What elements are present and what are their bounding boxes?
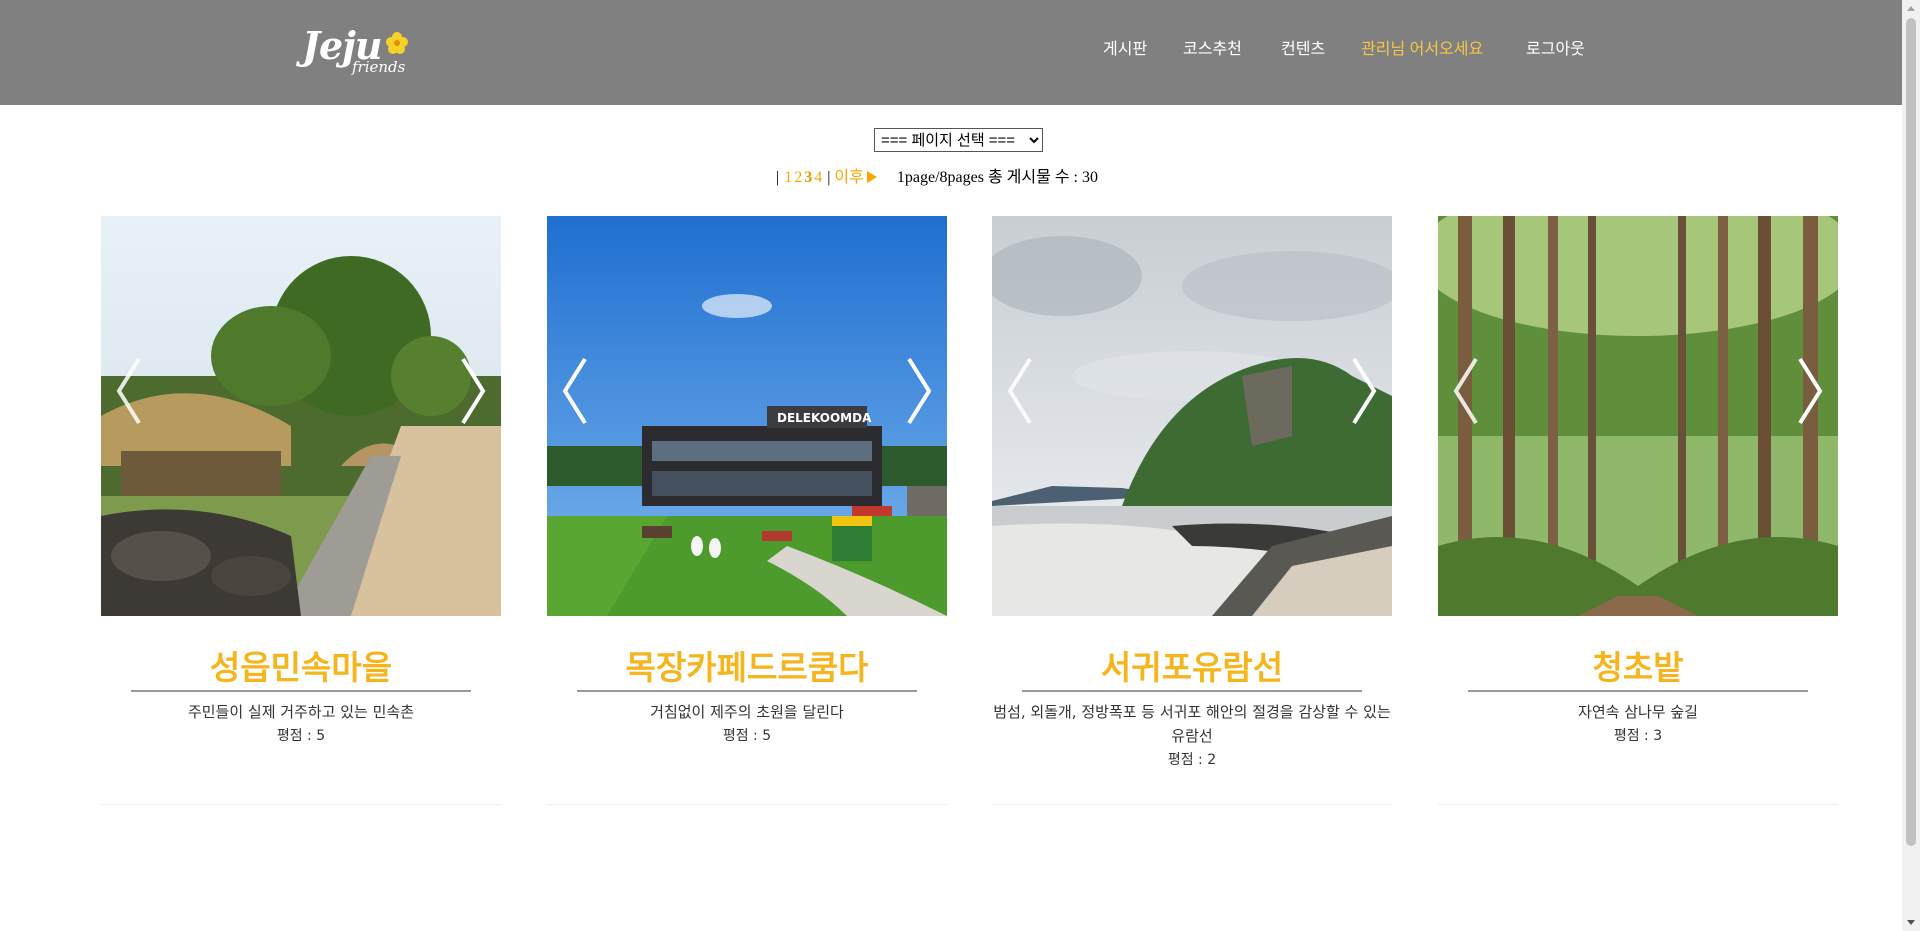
page-info-text: 1page/8pages 총 게시물 수 : 30 <box>896 169 1098 186</box>
card-title[interactable]: 청초밭 <box>1468 646 1808 692</box>
nav-logout[interactable]: 로그아웃 <box>1526 38 1585 62</box>
carousel-next-icon[interactable] <box>1344 351 1384 431</box>
card-rating: 평점 : 5 <box>276 728 326 744</box>
play-triangle-icon <box>866 171 877 183</box>
flower-icon <box>386 32 408 54</box>
card-desc-text: 거침없이 제주의 초원을 달린다 <box>650 703 844 721</box>
carousel-prev-icon[interactable] <box>555 351 595 431</box>
coastal-cliff-photo[interactable] <box>992 216 1392 616</box>
card-desc-text: 주민들이 실제 거주하고 있는 민속촌 <box>187 703 415 721</box>
card-description: 주민들이 실제 거주하고 있는 민속촌 평점 : 5 <box>101 700 501 748</box>
cedar-forest-photo[interactable] <box>1438 216 1838 616</box>
pager-divider: | <box>827 169 831 186</box>
card-desc-text: 자연속 삼나무 숲길 <box>1578 703 1698 721</box>
nav-contents[interactable]: 컨텐츠 <box>1281 38 1325 62</box>
card-description: 범섬, 외돌개, 정방폭포 등 서귀포 해안의 절경을 감상할 수 있는 유람선… <box>992 700 1392 772</box>
card-title[interactable]: 서귀포유람선 <box>1022 646 1362 692</box>
place-card[interactable]: 청초밭 자연속 삼나무 숲길 평점 : 3 <box>1438 216 1838 806</box>
card-divider <box>1438 804 1838 805</box>
card-divider <box>101 804 501 805</box>
carousel-next-icon[interactable] <box>453 351 493 431</box>
nav-course-recommend[interactable]: 코스추천 <box>1183 38 1242 62</box>
jeju-friends-logo[interactable]: Jeju friends <box>302 24 414 80</box>
top-navbar: Jeju friends 게시판 코스추천 컨텐츠 관리님 어서오세요 로그아웃 <box>0 0 1902 105</box>
page-scrollbar[interactable] <box>1902 0 1920 931</box>
ranch-cafe-photo[interactable]: DELEKOOMDA <box>547 216 947 616</box>
next-label: 이후 <box>834 169 864 186</box>
card-rating: 평점 : 2 <box>1167 752 1217 768</box>
scroll-up-icon[interactable] <box>1907 6 1915 11</box>
svg-text:DELEKOOMDA: DELEKOOMDA <box>777 411 872 425</box>
next-page-link[interactable]: 이후 <box>834 169 877 186</box>
card-divider <box>547 804 947 805</box>
carousel-prev-icon[interactable] <box>1000 351 1040 431</box>
page-link-3[interactable]: 3 <box>804 169 812 186</box>
card-title[interactable]: 목장카페드르쿰다 <box>577 646 917 692</box>
pager-divider: | <box>776 169 780 186</box>
carousel-prev-icon[interactable] <box>109 351 149 431</box>
card-description: 거침없이 제주의 초원을 달린다 평점 : 5 <box>547 700 947 748</box>
scroll-down-icon[interactable] <box>1907 920 1915 925</box>
carousel-next-icon[interactable] <box>1790 351 1830 431</box>
page-link-1[interactable]: 1 <box>784 169 792 186</box>
scrollbar-thumb[interactable] <box>1906 18 1916 846</box>
page-link-4[interactable]: 4 <box>814 169 822 186</box>
card-desc-text: 범섬, 외돌개, 정방폭포 등 서귀포 해안의 절경을 감상할 수 있는 유람선 <box>993 703 1391 745</box>
nav-welcome-admin[interactable]: 관리님 어서오세요 <box>1361 38 1483 62</box>
card-rating: 평점 : 3 <box>1613 728 1663 744</box>
page-select-dropdown[interactable]: === 페이지 선택 === <box>874 128 1043 152</box>
folk-village-photo[interactable] <box>101 216 501 616</box>
place-card[interactable]: 성읍민속마을 주민들이 실제 거주하고 있는 민속촌 평점 : 5 <box>101 216 501 806</box>
card-title[interactable]: 성읍민속마을 <box>131 646 471 692</box>
place-card[interactable]: 서귀포유람선 범섬, 외돌개, 정방폭포 등 서귀포 해안의 절경을 감상할 수… <box>992 216 1392 806</box>
carousel-next-icon[interactable] <box>899 351 939 431</box>
card-rating: 평점 : 5 <box>722 728 772 744</box>
card-description: 자연속 삼나무 숲길 평점 : 3 <box>1438 700 1838 748</box>
page-link-2[interactable]: 2 <box>794 169 802 186</box>
card-divider <box>992 804 1392 805</box>
nav-board[interactable]: 게시판 <box>1103 38 1147 62</box>
logo-subtext: friends <box>352 58 406 76</box>
pagination: | 1234 | 이후 1page/8pages 총 게시물 수 : 30 <box>776 163 1098 187</box>
place-card[interactable]: DELEKOOMDA 목장카페드르쿰다 거침없이 제주의 초원을 달린다 평점 … <box>547 216 947 806</box>
carousel-prev-icon[interactable] <box>1446 351 1486 431</box>
